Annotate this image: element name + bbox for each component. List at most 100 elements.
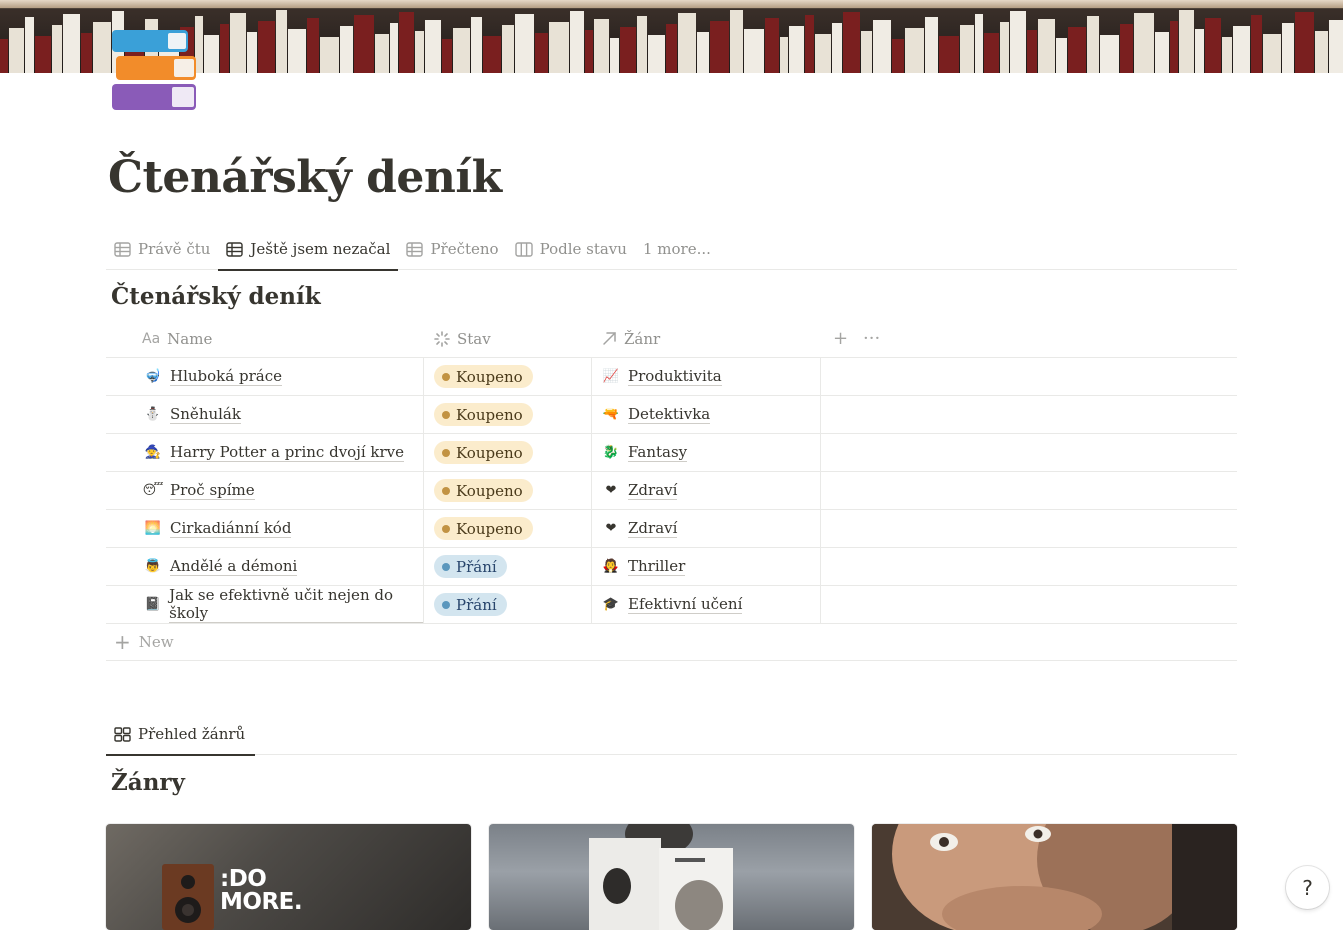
name-cell[interactable]: ⛄ Sněhulák	[106, 395, 424, 434]
name-cell[interactable]: 😴 Proč spíme	[106, 471, 424, 510]
empty-cell	[821, 586, 1237, 624]
tab-podle-stavu[interactable]: Podle stavu	[507, 229, 635, 270]
new-row-button[interactable]: + New	[106, 624, 1237, 661]
name-cell[interactable]: 🤿 Hluboká práce	[106, 357, 424, 396]
name-cell[interactable]: 👼 Andělé a démoni	[106, 547, 424, 586]
genre-link[interactable]: Zdraví	[628, 481, 678, 500]
book-name[interactable]: Jak se efektivně učit nejen do školy	[169, 586, 423, 623]
column-header-stav[interactable]: Stav	[424, 320, 592, 358]
genre-cell[interactable]: 🎓 Efektivní učení	[592, 585, 821, 624]
help-button[interactable]: ?	[1286, 866, 1329, 909]
status-cell[interactable]: Koupeno	[424, 509, 592, 548]
table-row[interactable]: 📓 Jak se efektivně učit nejen do školy Přá…	[106, 585, 1237, 624]
table-row[interactable]: 🌅 Cirkadiánní kód Koupeno ❤ Zdraví	[106, 509, 1237, 548]
cover-book	[765, 18, 779, 73]
cover-book	[483, 36, 501, 73]
table-row[interactable]: 🤿 Hluboká práce Koupeno 📈 Produktivita	[106, 357, 1237, 396]
status-cell[interactable]: Koupeno	[424, 433, 592, 472]
status-cell[interactable]: Koupeno	[424, 471, 592, 510]
page-emoji-icon: 😴	[142, 483, 164, 498]
book-name[interactable]: Proč spíme	[170, 481, 255, 500]
page-emoji-icon: 👼	[144, 559, 162, 574]
column-header-zanr[interactable]: Žánr	[592, 320, 821, 358]
cover-book	[805, 15, 814, 73]
status-dot	[442, 410, 450, 419]
genre-link[interactable]: Thriller	[628, 557, 686, 576]
tab-prave-ctu[interactable]: Právě čtu	[106, 229, 218, 270]
page-emoji-icon: 🧙	[144, 445, 162, 460]
empty-cell	[821, 510, 1237, 548]
table-row[interactable]: 👼 Andělé a démoni Přání 🧛 Thriller	[106, 547, 1237, 586]
table-row[interactable]: ⛄ Sněhulák Koupeno 🔫 Detektivka	[106, 395, 1237, 434]
cover-book	[0, 39, 8, 73]
genre-cell[interactable]: 📈 Produktivita	[592, 357, 821, 396]
cover-book	[63, 14, 80, 73]
status-cell[interactable]: Přání	[424, 547, 592, 586]
tab-jeste-jsem-nezacal[interactable]: Ještě jsem nezačal	[218, 229, 399, 271]
book-name[interactable]: Hluboká práce	[170, 367, 282, 386]
page-emoji-icon: 🌅	[144, 521, 162, 536]
genre-link[interactable]: Efektivní učení	[628, 595, 743, 614]
book-name[interactable]: Andělé a démoni	[170, 557, 298, 576]
table-row[interactable]: 😴 Proč spíme Koupeno ❤ Zdraví	[106, 471, 1237, 510]
add-column-button[interactable]: +	[821, 320, 857, 358]
genre-cell[interactable]: ❤ Zdraví	[592, 471, 821, 510]
cover-book	[925, 17, 938, 73]
genre-emoji-icon: 🧛	[602, 559, 620, 574]
genre-cell[interactable]: 🔫 Detektivka	[592, 395, 821, 434]
genre-link[interactable]: Fantasy	[628, 443, 688, 462]
genre-cell[interactable]: ❤ Zdraví	[592, 509, 821, 548]
genres-title[interactable]: Žánry	[111, 769, 185, 796]
book-name[interactable]: Sněhulák	[170, 405, 241, 424]
status-cell[interactable]: Přání	[424, 585, 592, 624]
column-label: Name	[167, 329, 213, 348]
cover-book	[1315, 31, 1328, 73]
cover-book	[354, 15, 374, 73]
database-title[interactable]: Čtenářský deník	[111, 283, 321, 310]
books-icon[interactable]	[110, 28, 202, 114]
table-row[interactable]: 🧙 Harry Potter a princ dvojí krve Koupeno 🐉…	[106, 433, 1237, 472]
cover-book	[375, 34, 389, 73]
column-label: Žánr	[624, 329, 661, 348]
gallery-card[interactable]: :DO MORE.	[106, 824, 471, 930]
genre-cell[interactable]: 🧛 Thriller	[592, 547, 821, 586]
empty-cell	[821, 472, 1237, 510]
genre-link[interactable]: Detektivka	[628, 405, 711, 424]
cover-book	[873, 20, 891, 73]
genre-gallery: :DO MORE.	[106, 824, 1237, 930]
page-emoji-icon: ⛄	[144, 407, 162, 422]
cover-book	[984, 33, 999, 73]
name-cell[interactable]: 🌅 Cirkadiánní kód	[106, 509, 424, 548]
cover-book	[843, 12, 860, 73]
tab-more-views[interactable]: 1 more...	[635, 229, 719, 270]
gallery-card[interactable]	[489, 824, 854, 930]
table-icon	[406, 241, 424, 257]
genre-cell[interactable]: 🐉 Fantasy	[592, 433, 821, 472]
book-name[interactable]: Harry Potter a princ dvojí krve	[170, 443, 405, 462]
genre-link[interactable]: Zdraví	[628, 519, 678, 538]
cover-book	[620, 27, 636, 73]
status-dot	[442, 486, 450, 495]
column-header-name[interactable]: Aa Name	[106, 320, 424, 358]
database-table: Aa Name Stav Žánr + ··· 🤿 Hluboká práce Ko…	[106, 320, 1237, 661]
status-cell[interactable]: Koupeno	[424, 395, 592, 434]
name-cell[interactable]: 📓 Jak se efektivně učit nejen do školy	[106, 585, 424, 624]
cover-book	[1068, 27, 1086, 73]
page-title[interactable]: Čtenářský deník	[108, 152, 502, 203]
genre-link[interactable]: Produktivita	[628, 367, 722, 386]
gallery-card[interactable]	[872, 824, 1237, 930]
tab-prehled-zanru[interactable]: Přehled žánrů	[106, 714, 256, 756]
new-label: New	[138, 633, 174, 651]
tab-precteno[interactable]: Přečteno	[398, 229, 506, 270]
relation-arrow-icon	[602, 331, 617, 346]
cover-book	[204, 35, 219, 73]
status-cell[interactable]: Koupeno	[424, 357, 592, 396]
more-options-button[interactable]: ···	[857, 320, 880, 358]
name-cell[interactable]: 🧙 Harry Potter a princ dvojí krve	[106, 433, 424, 472]
status-label: Koupeno	[456, 367, 523, 386]
book-name[interactable]: Cirkadiánní kód	[170, 519, 292, 538]
status-badge: Přání	[434, 555, 507, 578]
cover-book	[1251, 15, 1262, 73]
cover-book	[442, 39, 452, 73]
cover-book	[780, 37, 788, 73]
